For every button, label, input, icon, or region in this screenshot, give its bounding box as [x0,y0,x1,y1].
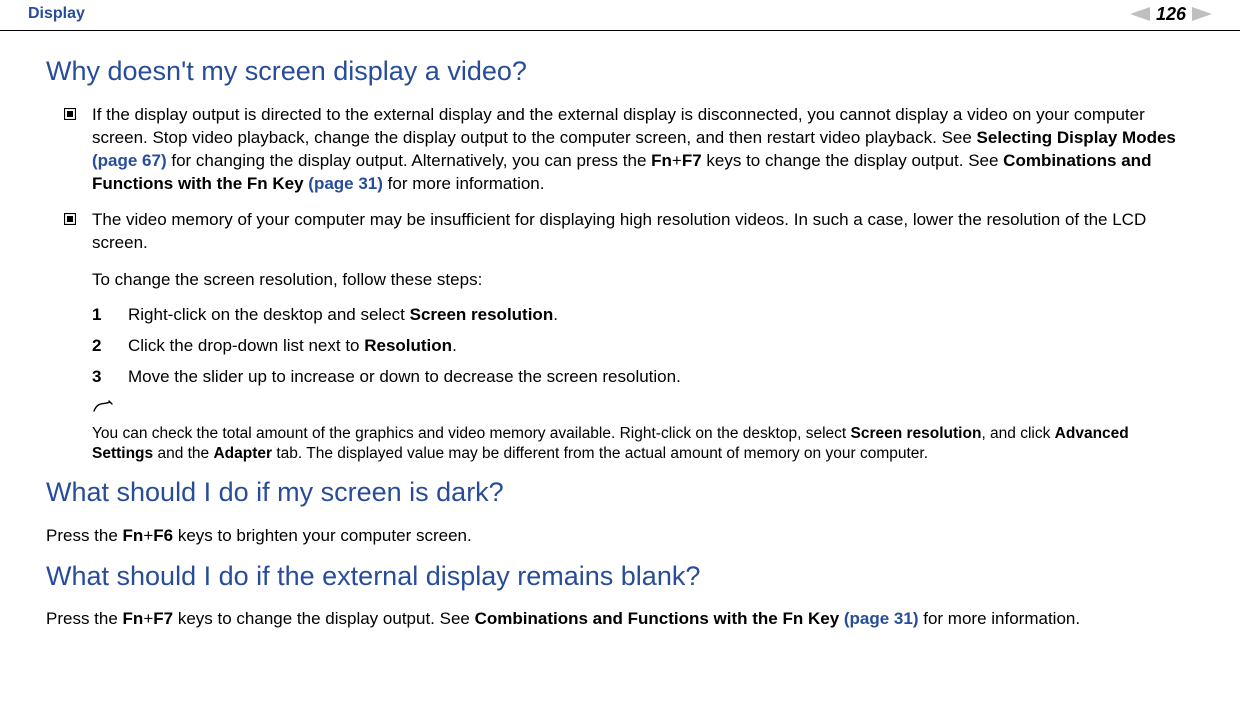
bold-text: Fn [123,609,144,628]
bold-text: Fn [651,151,672,170]
text-run: The video memory of your computer may be… [92,210,1146,252]
step-number: 1 [92,304,128,327]
bold-text: Screen resolution [851,425,982,442]
bullet-body: The video memory of your computer may be… [92,209,1194,255]
bold-text: Screen resolution [410,305,554,324]
section-title: What should I do if my screen is dark? [46,474,1194,510]
bold-text: Resolution [364,336,452,355]
bullet-body: If the display output is directed to the… [92,104,1194,196]
text-run: keys to change the display output. See [173,609,474,628]
text-run: and the [153,445,213,462]
paragraph: Press the Fn+F7 keys to change the displ… [46,608,1194,631]
text-run: You can check the total amount of the gr… [92,425,851,442]
text-run: Press the [46,609,123,628]
text-run: + [672,151,682,170]
text-run: . [553,305,558,324]
text-run: Press the [46,526,123,545]
bullet-icon [64,209,92,255]
text-run: tab. The displayed value may be differen… [272,445,928,462]
step-body: Click the drop-down list next to Resolut… [128,335,457,358]
page-header: Troubleshooting > Display 126 [0,0,1240,31]
bold-text: F6 [153,526,173,545]
text-run: + [143,526,153,545]
bold-text: F7 [682,151,702,170]
text-run: for more information. [919,609,1081,628]
text-run: keys to brighten your computer screen. [173,526,472,545]
step-item: 1Right-click on the desktop and select S… [92,304,1194,327]
page-link[interactable]: (page 67) [92,151,167,170]
step-item: 3Move the slider up to increase or down … [92,366,1194,389]
page-link[interactable]: (page 31) [308,174,383,193]
section-title: What should I do if the external display… [46,558,1194,594]
page-content: Why doesn't my screen display a video? If… [0,31,1240,631]
page-nav: 126 [1130,2,1212,26]
step-body: Right-click on the desktop and select Sc… [128,304,558,327]
text-run: Move the slider up to increase or down t… [128,367,681,386]
step-body: Move the slider up to increase or down t… [128,366,681,389]
text-run: for changing the display output. Alterna… [167,151,651,170]
page-link[interactable]: (page 31) [844,609,919,628]
section-title: Why doesn't my screen display a video? [46,53,1194,89]
paragraph: Press the Fn+F6 keys to brighten your co… [46,525,1194,548]
bullet-item: The video memory of your computer may be… [64,209,1194,255]
text-run: + [143,609,153,628]
bold-text: F7 [153,609,173,628]
text-run: Click the drop-down list next to [128,336,364,355]
bold-text: Fn [123,526,144,545]
breadcrumb-current: Display [28,5,85,22]
step-number: 3 [92,366,128,389]
text-run: , and click [981,425,1054,442]
note-text: You can check the total amount of the gr… [92,424,1194,464]
note-icon [92,399,1194,422]
bold-text: Adapter [213,445,272,462]
text-run: keys to change the display output. See [702,151,1003,170]
note-block: You can check the total amount of the gr… [92,399,1194,464]
text-run: Right-click on the desktop and select [128,305,410,324]
next-page-icon[interactable] [1192,7,1212,21]
text-run: . [452,336,457,355]
step-number: 2 [92,335,128,358]
bold-text: Selecting Display Modes [977,128,1176,147]
step-item: 2Click the drop-down list next to Resolu… [92,335,1194,358]
bold-text: Combinations and Functions with the Fn K… [475,609,844,628]
breadcrumb: Troubleshooting > Display [28,3,85,25]
page-number: 126 [1156,2,1186,26]
bullet-icon [64,104,92,196]
prev-page-icon[interactable] [1130,7,1150,21]
follow-text: To change the screen resolution, follow … [92,269,1194,292]
text-run: for more information. [383,174,545,193]
bullet-item: If the display output is directed to the… [64,104,1194,196]
